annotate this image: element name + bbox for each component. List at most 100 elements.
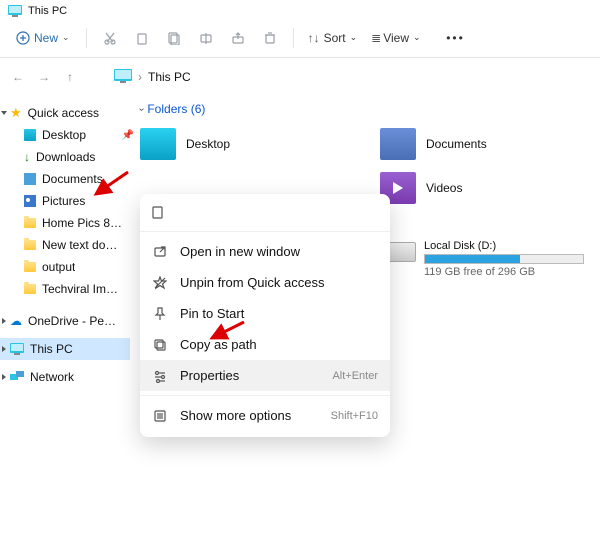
disk-name: Local Disk (D:) — [424, 240, 584, 252]
documents-icon — [24, 173, 36, 185]
sort-button[interactable]: ↑↓ Sort ⌄ — [302, 25, 364, 51]
network-icon — [10, 371, 24, 383]
sidebar-item-label: New text do… — [42, 238, 117, 252]
desktop-icon — [24, 129, 36, 141]
chevron-down-icon: ⌄ — [62, 32, 70, 43]
sidebar-item-folder[interactable]: New text do… — [0, 234, 130, 256]
separator — [86, 28, 87, 48]
breadcrumb[interactable]: › This PC — [114, 69, 191, 86]
chevron-right-icon: › — [138, 70, 142, 84]
cloud-icon: ☁ — [10, 314, 22, 328]
folder-item-desktop[interactable]: Desktop — [140, 122, 320, 166]
view-label: View — [383, 31, 409, 45]
star-icon: ★ — [10, 105, 22, 121]
open-window-icon — [152, 245, 168, 259]
network-label: Network — [30, 370, 74, 384]
thispc-icon — [8, 5, 22, 17]
ctx-label: Pin to Start — [180, 306, 244, 321]
sidebar-thispc[interactable]: This PC — [0, 338, 130, 360]
context-icon-row — [140, 200, 390, 227]
new-button[interactable]: New ⌄ — [8, 25, 78, 51]
rename-button[interactable] — [191, 25, 221, 51]
folders-header[interactable]: › Folders (6) — [140, 102, 590, 116]
folder-icon — [24, 284, 36, 294]
desktop-folder-icon — [140, 128, 176, 160]
sidebar-quick-access[interactable]: ★ Quick access — [0, 102, 130, 124]
ctx-label: Properties — [180, 368, 239, 383]
chevron-down-icon: ⌄ — [413, 32, 421, 43]
cut-button[interactable] — [95, 25, 125, 51]
ctx-show-more-options[interactable]: Show more options Shift+F10 — [140, 400, 390, 431]
copy-button[interactable] — [127, 25, 157, 51]
sidebar-network[interactable]: Network — [0, 366, 130, 388]
onedrive-label: OneDrive - Pe… — [28, 314, 116, 328]
paste-button[interactable] — [159, 25, 189, 51]
back-button[interactable]: ← — [10, 70, 26, 84]
new-label: New — [34, 31, 58, 45]
titlebar: This PC — [0, 0, 600, 22]
quick-access-label: Quick access — [28, 106, 99, 120]
caret-icon: › — [136, 107, 147, 110]
up-button[interactable]: ↑ — [62, 70, 78, 84]
pictures-icon — [24, 195, 36, 207]
sidebar-item-label: Pictures — [42, 194, 85, 208]
disk-free-text: 119 GB free of 296 GB — [424, 266, 584, 278]
ctx-label: Unpin from Quick access — [180, 275, 325, 290]
properties-icon — [152, 369, 168, 383]
nav-arrows: ← → ↑ — [10, 70, 78, 84]
separator — [293, 28, 294, 48]
pin-icon — [152, 307, 168, 321]
sidebar-item-folder[interactable]: output — [0, 256, 130, 278]
sidebar-onedrive[interactable]: ☁ OneDrive - Pe… — [0, 310, 130, 332]
view-button[interactable]: ≣ View ⌄ — [365, 25, 426, 51]
view-icon: ≣ — [371, 31, 379, 45]
navbar: ← → ↑ › This PC — [0, 58, 600, 98]
ctx-unpin-quick-access[interactable]: Unpin from Quick access — [140, 267, 390, 298]
ctx-properties[interactable]: Properties Alt+Enter — [140, 360, 390, 391]
more-icon — [152, 409, 168, 423]
toolbar: New ⌄ ↑↓ Sort ⌄ ≣ View ⌄ ••• — [0, 22, 600, 58]
share-button[interactable] — [223, 25, 253, 51]
ctx-pin-to-start[interactable]: Pin to Start — [140, 298, 390, 329]
folder-item-documents[interactable]: Documents — [380, 122, 560, 166]
ctx-copy-as-path[interactable]: Copy as path — [140, 329, 390, 360]
more-button[interactable]: ••• — [441, 25, 471, 51]
window-title: This PC — [28, 5, 67, 17]
ctx-shortcut: Alt+Enter — [332, 370, 378, 382]
separator — [140, 395, 390, 396]
sidebar-item-folder[interactable]: Home Pics 8… — [0, 212, 130, 234]
thispc-label: This PC — [30, 342, 73, 356]
sidebar-item-label: output — [42, 260, 75, 274]
folder-label: Documents — [426, 137, 487, 151]
folder-icon — [24, 218, 36, 228]
breadcrumb-location: This PC — [148, 70, 191, 84]
folder-item-videos[interactable]: Videos — [380, 166, 560, 210]
folder-label: Videos — [426, 181, 462, 195]
delete-button[interactable] — [255, 25, 285, 51]
download-icon: ↓ — [24, 150, 30, 164]
folder-label: Desktop — [186, 137, 230, 151]
sidebar-item-label: Downloads — [36, 150, 95, 164]
copy-icon[interactable] — [150, 209, 166, 223]
copy-path-icon — [152, 338, 168, 352]
folders-header-label: Folders (6) — [147, 102, 205, 116]
sidebar-item-folder[interactable]: Techviral Im… — [0, 278, 130, 300]
chevron-down-icon: ⌄ — [350, 32, 358, 43]
disk-local-d[interactable]: Local Disk (D:) 119 GB free of 296 GB — [380, 240, 584, 284]
folder-icon — [24, 262, 36, 272]
thispc-icon — [114, 69, 132, 86]
ctx-open-new-window[interactable]: Open in new window — [140, 236, 390, 267]
star-remove-icon — [152, 276, 168, 290]
forward-button[interactable]: → — [36, 70, 52, 84]
ctx-label: Show more options — [180, 408, 291, 423]
annotation-arrow — [206, 320, 246, 342]
folder-icon — [24, 240, 36, 250]
disk-usage-bar — [424, 254, 584, 264]
context-menu: Open in new window Unpin from Quick acce… — [140, 194, 390, 437]
separator — [140, 231, 390, 232]
sidebar: ★ Quick access Desktop 📌 ↓ Downloads Doc… — [0, 98, 130, 533]
sidebar-item-desktop[interactable]: Desktop 📌 — [0, 124, 130, 146]
sidebar-item-downloads[interactable]: ↓ Downloads — [0, 146, 130, 168]
ctx-label: Open in new window — [180, 244, 300, 259]
sort-label: Sort — [324, 31, 346, 45]
